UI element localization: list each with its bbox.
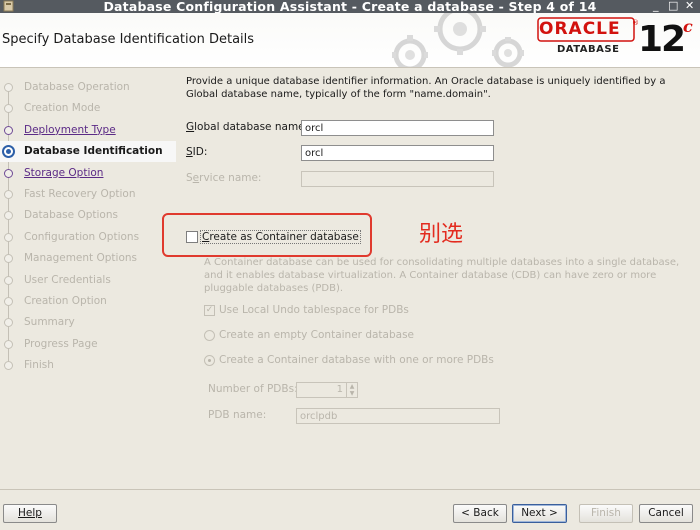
main-content: Provide a unique database identifier inf… bbox=[162, 69, 700, 489]
database-logo-text: DATABASE bbox=[557, 44, 620, 55]
nav-step-storage-option[interactable]: Storage Option bbox=[0, 163, 176, 184]
global-db-name-label: Global database name: bbox=[186, 121, 309, 133]
window-title-bar: Database Configuration Assistant - Creat… bbox=[0, 0, 700, 14]
nav-step-label: Creation Mode bbox=[24, 102, 101, 115]
nav-step-label: User Credentials bbox=[24, 273, 111, 286]
nav-step-summary: Summary bbox=[0, 312, 176, 333]
nav-step-label: Creation Option bbox=[24, 295, 107, 307]
spinner-arrows-icon[interactable]: ▲ ▼ bbox=[346, 383, 357, 397]
step-indicator-icon bbox=[4, 361, 13, 371]
nav-step-database-options: Database Options bbox=[0, 205, 176, 226]
gears-decoration-icon bbox=[392, 13, 524, 67]
service-name-input[interactable] bbox=[301, 171, 494, 187]
cancel-button[interactable]: Cancel bbox=[639, 504, 693, 523]
nav-step-user-credentials: User Credentials bbox=[0, 270, 176, 291]
step-indicator-icon bbox=[4, 83, 13, 92]
step-indicator-icon bbox=[4, 339, 13, 349]
back-button[interactable]: < Back bbox=[453, 504, 507, 523]
step-indicator-icon bbox=[4, 104, 13, 114]
num-pdbs-spinner[interactable]: 1 ▲ ▼ bbox=[296, 382, 358, 398]
cdb-with-pdbs-radio[interactable] bbox=[204, 355, 215, 366]
nav-step-creation-option: Creation Option bbox=[0, 291, 176, 312]
sid-label: SID: bbox=[186, 146, 208, 158]
local-undo-label: Use Local Undo tablespace for PDBs bbox=[219, 304, 409, 316]
window-title: Database Configuration Assistant - Creat… bbox=[103, 0, 597, 14]
step-indicator-icon bbox=[4, 275, 13, 285]
nav-step-label: Summary bbox=[24, 316, 75, 329]
nav-step-label: Management Options bbox=[24, 252, 138, 265]
minimize-icon[interactable]: _ bbox=[653, 0, 659, 12]
nav-step-database-operation: Database Operation bbox=[0, 77, 176, 98]
nav-step-database-identification[interactable]: Database Identification bbox=[0, 141, 176, 163]
step-navigation: Database Operation Creation Mode Deploymen… bbox=[0, 69, 176, 489]
nav-step-fast-recovery-option: Fast Recovery Option bbox=[0, 184, 176, 205]
step-indicator-icon bbox=[4, 254, 13, 264]
step-indicator-icon bbox=[4, 232, 13, 242]
page-header: Specify Database Identification Details … bbox=[0, 13, 700, 68]
nav-step-label: Database Options bbox=[24, 209, 118, 222]
nav-step-label: Deployment Type bbox=[24, 123, 116, 136]
maximize-icon[interactable]: □ bbox=[668, 0, 678, 12]
close-icon[interactable]: ✕ bbox=[685, 0, 694, 12]
nav-step-label: Database Operation bbox=[24, 81, 130, 93]
nav-step-deployment-type[interactable]: Deployment Type bbox=[0, 120, 176, 141]
container-db-description: A Container database can be used for con… bbox=[204, 257, 680, 294]
nav-step-creation-mode: Creation Mode bbox=[0, 98, 176, 119]
step-indicator-icon bbox=[4, 125, 13, 135]
nav-step-configuration-options: Configuration Options bbox=[0, 227, 176, 248]
nav-step-label: Progress Page bbox=[24, 337, 98, 350]
empty-cdb-radio[interactable] bbox=[204, 330, 215, 341]
oracle-logo-text: ORACLE bbox=[539, 19, 621, 39]
nav-step-progress-page: Progress Page bbox=[0, 334, 176, 355]
page-description: Provide a unique database identifier inf… bbox=[186, 76, 666, 100]
nav-step-finish: Finish bbox=[0, 355, 176, 376]
create-container-db-label[interactable]: Create as Container database bbox=[200, 230, 361, 244]
nav-step-label: Fast Recovery Option bbox=[24, 188, 136, 200]
step-indicator-icon bbox=[4, 318, 13, 328]
step-indicator-icon bbox=[4, 190, 13, 199]
step-indicator-icon bbox=[4, 168, 13, 178]
nav-step-label: Database Identification bbox=[24, 145, 163, 158]
service-name-label: Service name: bbox=[186, 172, 262, 184]
cdb-with-pdbs-label: Create a Container database with one or … bbox=[219, 354, 494, 366]
pdb-name-label: PDB name: bbox=[208, 409, 267, 421]
step-indicator-icon bbox=[4, 211, 13, 221]
num-pdbs-label: Number of PDBs: bbox=[208, 383, 298, 395]
nav-step-label: Finish bbox=[24, 359, 54, 372]
local-undo-checkbox[interactable]: ✓ bbox=[204, 305, 215, 316]
sid-input[interactable] bbox=[301, 145, 494, 161]
finish-button[interactable]: Finish bbox=[579, 504, 633, 523]
help-button[interactable]: Help bbox=[3, 504, 57, 523]
global-db-name-input[interactable] bbox=[301, 120, 494, 136]
step-indicator-icon bbox=[2, 145, 15, 159]
nav-step-label: Storage Option bbox=[24, 166, 104, 179]
nav-step-management-options: Management Options bbox=[0, 248, 176, 269]
version-logo-text: 12 bbox=[638, 19, 686, 60]
empty-cdb-label: Create an empty Container database bbox=[219, 329, 415, 341]
pdb-name-input[interactable] bbox=[296, 408, 500, 424]
button-bar: Help < Back Next > Finish Cancel bbox=[0, 489, 700, 530]
next-button[interactable]: Next > bbox=[512, 504, 567, 523]
num-pdbs-value: 1 bbox=[336, 384, 343, 395]
create-container-db-checkbox[interactable] bbox=[186, 231, 198, 243]
page-title: Specify Database Identification Details bbox=[2, 32, 255, 47]
annotation-text: 别选 bbox=[419, 222, 464, 247]
version-logo-suffix: c bbox=[683, 17, 693, 36]
nav-step-label: Configuration Options bbox=[24, 230, 140, 243]
step-indicator-icon bbox=[4, 297, 13, 306]
